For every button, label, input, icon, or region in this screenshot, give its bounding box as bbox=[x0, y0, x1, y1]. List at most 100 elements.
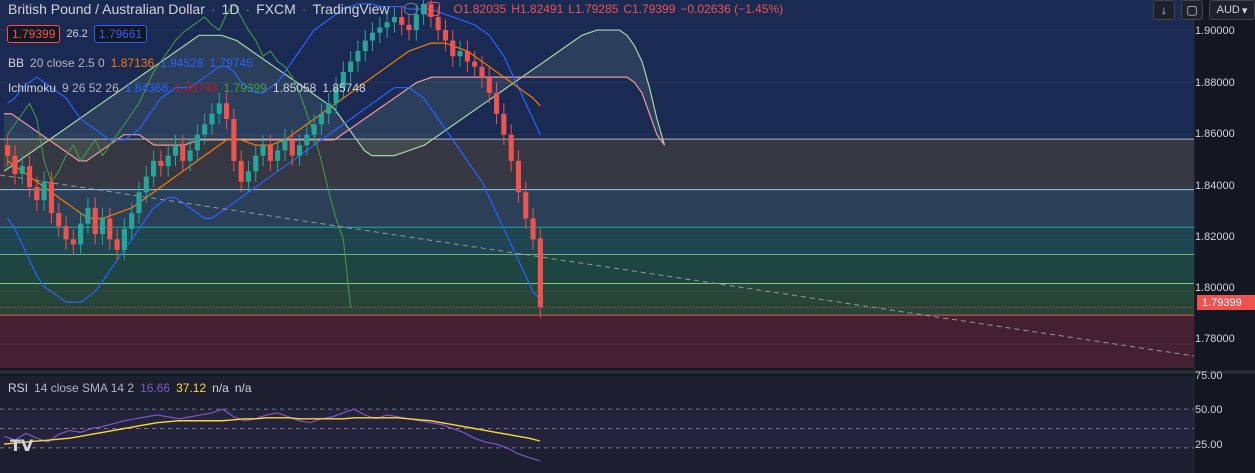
candle-body bbox=[107, 218, 113, 240]
candle-body bbox=[245, 171, 252, 182]
candle-body bbox=[129, 213, 135, 229]
ohlc-high: H1.82491 bbox=[511, 2, 564, 16]
fib-zone bbox=[0, 227, 1194, 255]
eye-icon[interactable] bbox=[403, 3, 418, 15]
interval-label[interactable]: 1D bbox=[222, 1, 240, 17]
candle-body bbox=[311, 124, 317, 135]
candle-body bbox=[275, 150, 281, 161]
currency-select[interactable]: AUD ▾ bbox=[1209, 0, 1255, 20]
candle-body bbox=[508, 134, 514, 161]
price-tick: 1.82000 bbox=[1195, 231, 1235, 243]
price-tick: 1.84000 bbox=[1195, 180, 1235, 192]
fib-zone bbox=[0, 283, 1194, 316]
indicator-icon[interactable] bbox=[425, 2, 440, 16]
chart-canvas[interactable] bbox=[0, 0, 1255, 473]
candle-body bbox=[70, 239, 76, 245]
ichimoku-leada-value: 1.85058 bbox=[272, 81, 317, 95]
currency-label: AUD bbox=[1216, 4, 1240, 16]
rsi-params: 14 close SMA 14 2 bbox=[34, 381, 135, 395]
fullscreen-icon[interactable]: ▢ bbox=[1181, 0, 1203, 20]
candle-body bbox=[289, 139, 295, 156]
candle-body bbox=[92, 207, 98, 235]
rsi-band-fill bbox=[0, 409, 1194, 448]
candle-body bbox=[537, 238, 543, 308]
candle-body bbox=[114, 239, 120, 250]
tradingview-logo-icon[interactable]: TV bbox=[10, 436, 36, 456]
bb-label: BB bbox=[8, 56, 25, 70]
candle-body bbox=[99, 218, 106, 235]
candle-body bbox=[267, 145, 273, 161]
symbol-title[interactable]: British Pound / Australian Dollar bbox=[0, 1, 205, 17]
candle-body bbox=[384, 22, 390, 28]
candle-body bbox=[56, 213, 62, 227]
candle-body bbox=[282, 139, 288, 151]
candle-body bbox=[472, 61, 478, 67]
candle-body bbox=[202, 124, 208, 135]
candle-body bbox=[224, 103, 230, 120]
bb-legend[interactable]: BB 20 close 2.5 0 1.87136 1.94528 1.7974… bbox=[8, 56, 253, 70]
candle-body bbox=[121, 228, 127, 250]
candle-body bbox=[377, 27, 383, 33]
candle-body bbox=[12, 155, 18, 174]
header-dot: · bbox=[210, 1, 216, 17]
candle-body bbox=[515, 160, 522, 193]
candle-body bbox=[369, 32, 376, 41]
rsi-tick: 25.00 bbox=[1195, 439, 1223, 451]
bb-basis-value: 1.87136 bbox=[110, 56, 155, 70]
candle-body bbox=[209, 113, 215, 125]
candle-body bbox=[494, 92, 500, 114]
candle-body bbox=[304, 134, 310, 146]
buy-button[interactable]: 1.79661 bbox=[93, 25, 148, 43]
candle-body bbox=[442, 30, 449, 41]
candle-body bbox=[48, 181, 54, 214]
candle-body bbox=[151, 160, 157, 177]
fib-zone bbox=[0, 315, 1194, 368]
candle-body bbox=[136, 192, 142, 214]
candle-body bbox=[231, 119, 237, 161]
bb-params: 20 close 2.5 0 bbox=[30, 56, 105, 70]
ohlc-change: −0.02636 (−1.45%) bbox=[680, 2, 784, 16]
candle-body bbox=[450, 40, 456, 57]
rsi-ma-value: 37.12 bbox=[176, 381, 207, 395]
chevron-down-icon: ▾ bbox=[1241, 4, 1248, 17]
rsi-legend[interactable]: RSI 14 close SMA 14 2 16.66 37.12 n/a n/… bbox=[8, 381, 252, 395]
rsi-tick: 75.00 bbox=[1195, 370, 1223, 382]
sell-button[interactable]: 1.79399 bbox=[7, 25, 61, 43]
candle-body bbox=[362, 40, 368, 52]
rsi-value: 16.66 bbox=[140, 381, 171, 395]
bb-lower-value: 1.79745 bbox=[209, 56, 253, 70]
ohlc-low: L1.79285 bbox=[568, 2, 619, 16]
fib-zone bbox=[0, 254, 1194, 284]
top-right-controls: ↓ ▢ AUD ▾ bbox=[1153, 0, 1255, 20]
trade-buttons: 1.79399 26.2 1.79661 bbox=[7, 25, 148, 43]
candle-body bbox=[34, 187, 40, 201]
ohlc-values: O1.82035 H1.82491 L1.79285 C1.79399 −0.0… bbox=[454, 2, 784, 16]
ichimoku-kijun-value: 1.88748 bbox=[174, 81, 218, 95]
exchange-label: FXCM bbox=[256, 1, 296, 17]
candle-body bbox=[238, 160, 244, 182]
candle-body bbox=[41, 181, 47, 201]
ichimoku-leadb-value: 1.85748 bbox=[322, 81, 366, 95]
chart-header: British Pound / Australian Dollar · 1D ·… bbox=[0, 0, 783, 18]
arrow-down-icon[interactable]: ↓ bbox=[1153, 0, 1175, 20]
spread-value: 26.2 bbox=[66, 28, 88, 40]
candle-body bbox=[501, 113, 507, 135]
candle-body bbox=[464, 51, 470, 62]
ichimoku-legend[interactable]: Ichimoku 9 26 52 26 1.84368 1.88748 1.79… bbox=[8, 81, 366, 95]
candle-body bbox=[486, 77, 492, 93]
candle-body bbox=[143, 176, 149, 193]
ichimoku-params: 9 26 52 26 bbox=[62, 81, 119, 95]
candle-body bbox=[399, 17, 405, 25]
candle-body bbox=[296, 145, 303, 156]
rsi-tick: 50.00 bbox=[1195, 404, 1223, 416]
rsi-na-1: n/a bbox=[212, 381, 229, 395]
fib-zone bbox=[0, 189, 1194, 228]
candle-body bbox=[435, 17, 441, 31]
ohlc-close: C1.79399 bbox=[623, 2, 676, 16]
candle-body bbox=[318, 113, 324, 125]
candle-body bbox=[406, 24, 412, 31]
bb-upper-value: 1.94528 bbox=[160, 56, 204, 70]
header-dot: · bbox=[301, 1, 307, 17]
price-tick: 1.88000 bbox=[1195, 77, 1235, 89]
candle-body bbox=[260, 145, 266, 156]
